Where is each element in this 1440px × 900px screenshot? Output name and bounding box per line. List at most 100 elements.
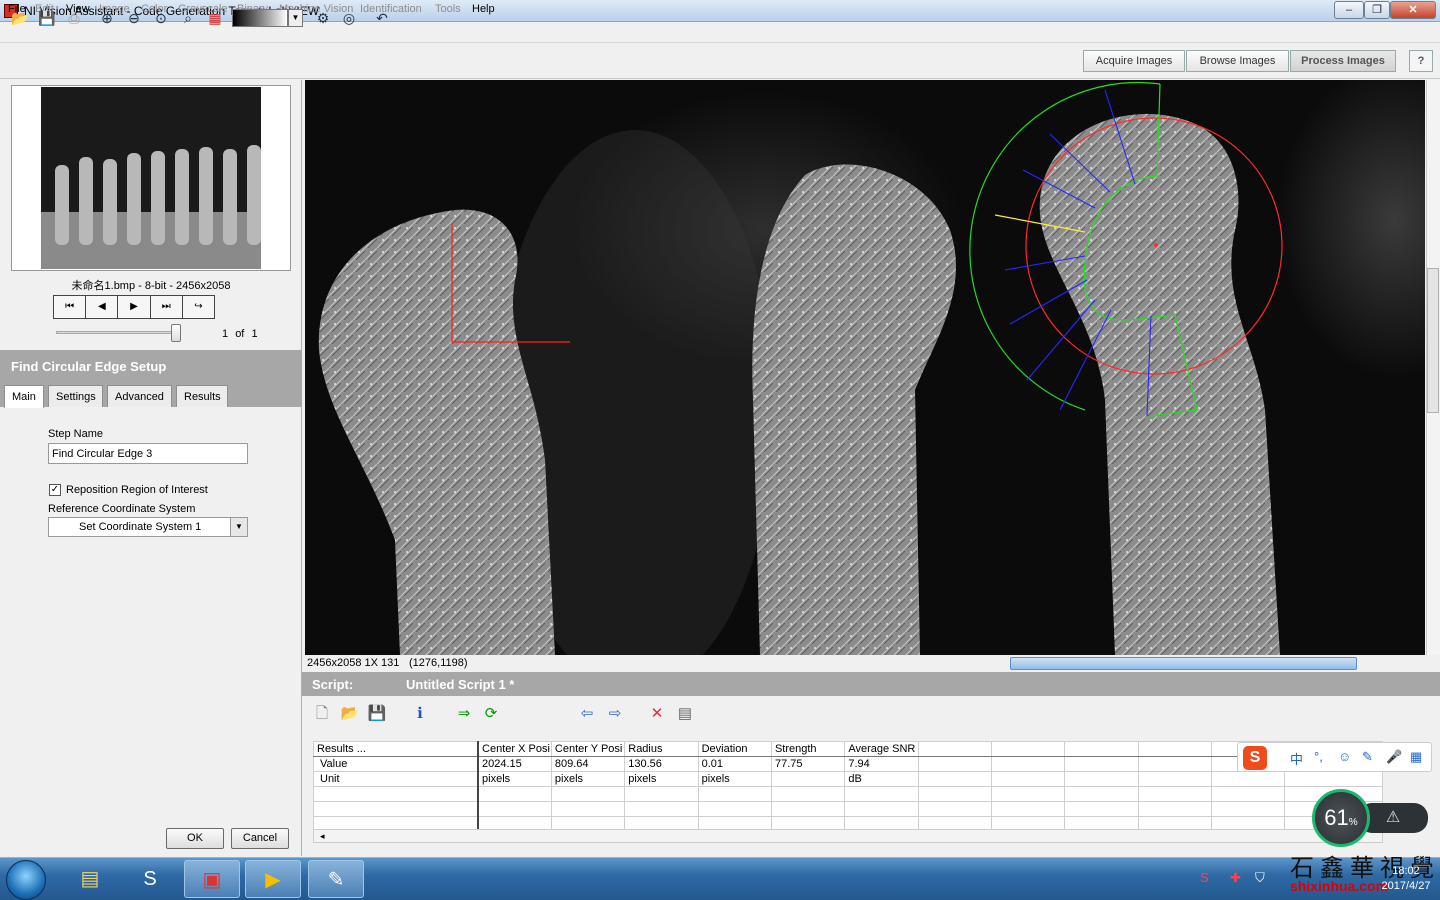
table-cell: 809.64	[550, 756, 626, 772]
ime-punctuation-icon[interactable]: °,	[1314, 749, 1323, 764]
print-icon[interactable]: ⎙	[63, 7, 85, 29]
zoom-fit-icon[interactable]: ⌕	[177, 7, 199, 29]
table-row[interactable]: Value 2024.15 809.64 130.56 0.01 77.75 7…	[313, 756, 1383, 772]
zoom-in-icon[interactable]: ⊕	[96, 7, 118, 29]
ime-mode-icon[interactable]: 中	[1290, 749, 1303, 768]
page-counter: 1 of 1	[222, 328, 258, 340]
image-navigation: ⏮ ◀ ▶ ⏭ ↪	[53, 295, 215, 319]
table-header-cell	[991, 741, 1066, 757]
results-horizontal-scrollbar[interactable]: ◂	[313, 829, 1383, 843]
watermark-url: shixinhua.com	[1290, 878, 1389, 894]
ok-button[interactable]: OK	[166, 828, 224, 849]
ime-mic-icon[interactable]: 🎤	[1386, 749, 1402, 765]
ime-emoji-icon[interactable]: ☺	[1338, 749, 1351, 764]
run-once-icon[interactable]: ⇒	[452, 702, 476, 726]
security-tray-icon[interactable]: ✚	[1230, 870, 1241, 886]
table-row[interactable]	[313, 801, 1383, 817]
step-name-input[interactable]	[48, 443, 248, 464]
new-script-icon[interactable]: 🗋	[310, 702, 334, 726]
tab-main[interactable]: Main	[4, 385, 44, 408]
tray-clock[interactable]: 18:02 2017/4/27	[1376, 864, 1436, 894]
paint-task-icon[interactable]: ✎	[308, 860, 364, 898]
table-row[interactable]	[313, 786, 1383, 802]
cursor-coordinates: (1276,1198)	[409, 657, 468, 669]
labview-task-icon[interactable]: ▶	[245, 860, 301, 898]
browse-images-button[interactable]: Browse Images	[1186, 50, 1289, 72]
undo-icon[interactable]: ↶	[371, 7, 393, 29]
delete-step-icon[interactable]: ✕	[645, 702, 669, 726]
explorer-icon[interactable]: ▤	[62, 860, 118, 898]
open-script-icon[interactable]: 📂	[338, 702, 362, 726]
measure-tool-icon[interactable]: ◎	[338, 7, 360, 29]
arrow-left-icon[interactable]: ⇦	[575, 702, 599, 726]
table-header-cell	[1064, 741, 1139, 757]
first-image-button[interactable]: ⏮	[54, 296, 87, 318]
script-bar: Script: Untitled Script 1 *	[302, 672, 1440, 696]
shield-tray-icon[interactable]: ⛉	[1255, 870, 1265, 886]
table-header-cell: Deviation	[697, 741, 772, 757]
tab-advanced[interactable]: Advanced	[107, 385, 172, 407]
acquire-images-button[interactable]: Acquire Images	[1083, 50, 1185, 72]
previous-image-button[interactable]: ◀	[86, 296, 119, 318]
network-widget[interactable]: ⚠ 61%	[1310, 787, 1430, 849]
start-button[interactable]	[6, 860, 46, 900]
maximize-button[interactable]: ❐	[1364, 1, 1390, 19]
ref-coord-value: Set Coordinate System 1	[79, 521, 202, 533]
performance-meter-icon[interactable]: ▤	[673, 702, 697, 726]
image-slider-thumb[interactable]	[171, 324, 181, 342]
table-cell: pixels	[477, 771, 552, 787]
table-cell: pixels	[624, 771, 699, 787]
vertical-scroll-thumb[interactable]	[1427, 268, 1439, 413]
table-header-cell: Center X Posi	[477, 741, 552, 757]
menu-tools[interactable]: Tools	[435, 3, 461, 15]
chevron-down-icon[interactable]: ▼	[230, 518, 247, 536]
tab-settings[interactable]: Settings	[48, 385, 103, 407]
zoom-out-icon[interactable]: ⊖	[123, 7, 145, 29]
table-cell: Unit	[313, 771, 480, 787]
save-image-icon[interactable]: 💾	[36, 7, 58, 29]
table-row[interactable]: Unit pixels pixels pixels pixels dB	[313, 771, 1383, 787]
skype-icon[interactable]: S	[122, 860, 178, 898]
vision-assistant-task-icon[interactable]: ▣	[184, 860, 240, 898]
zoom-1to1-icon[interactable]: ⊙	[150, 7, 172, 29]
image-thumbnail[interactable]	[41, 87, 261, 269]
table-header-cell: Strength	[770, 741, 846, 757]
table-header-row: Results ... Center X Posi Center Y Posi …	[313, 741, 1383, 757]
script-name: Untitled Script 1 *	[406, 677, 515, 692]
table-cell: dB	[844, 771, 919, 787]
sogou-tray-icon[interactable]: S	[1200, 870, 1209, 885]
palette-gradient[interactable]	[232, 9, 288, 27]
table-header-cell: Results ...	[313, 741, 480, 757]
image-viewer[interactable]	[305, 80, 1425, 655]
info-icon[interactable]: ℹ	[408, 702, 432, 726]
region-tool-icon[interactable]: ⚙	[312, 7, 334, 29]
reposition-checkbox[interactable]: ✓	[49, 484, 61, 496]
reposition-label: Reposition Region of Interest	[66, 484, 208, 496]
return-icon[interactable]: ↪	[182, 296, 215, 318]
table-cell: 0.01	[697, 756, 772, 772]
horizontal-scroll-thumb[interactable]	[1010, 657, 1357, 670]
help-button[interactable]: ?	[1409, 50, 1433, 72]
minimize-button[interactable]: –	[1334, 1, 1364, 19]
sogou-logo-icon[interactable]: S	[1243, 746, 1267, 770]
close-button[interactable]: ✕	[1390, 1, 1436, 19]
process-images-button[interactable]: Process Images	[1290, 50, 1396, 72]
last-image-button[interactable]: ⏭	[150, 296, 183, 318]
tab-results[interactable]: Results	[176, 385, 228, 407]
arrow-right-icon[interactable]: ⇨	[603, 702, 627, 726]
chevron-down-icon[interactable]: ▼	[288, 9, 303, 27]
table-cell: pixels	[550, 771, 626, 787]
ref-coord-select[interactable]: Set Coordinate System 1 ▼	[48, 517, 248, 537]
open-image-icon[interactable]: 📂	[9, 7, 31, 29]
image-slider-track[interactable]	[56, 331, 180, 334]
run-continuous-icon[interactable]: ⟳	[479, 702, 503, 726]
save-script-icon[interactable]: 💾	[365, 702, 389, 726]
ime-tools-icon[interactable]: ✎	[1362, 749, 1373, 765]
palette-icon[interactable]: ▦	[204, 7, 226, 29]
cancel-button[interactable]: Cancel	[231, 828, 289, 849]
menu-help[interactable]: Help	[472, 3, 495, 15]
table-cell: 7.94	[844, 756, 919, 772]
ime-grid-icon[interactable]: ▦	[1410, 749, 1422, 765]
next-image-button[interactable]: ▶	[118, 296, 151, 318]
setup-title: Find Circular Edge Setup	[0, 350, 302, 380]
